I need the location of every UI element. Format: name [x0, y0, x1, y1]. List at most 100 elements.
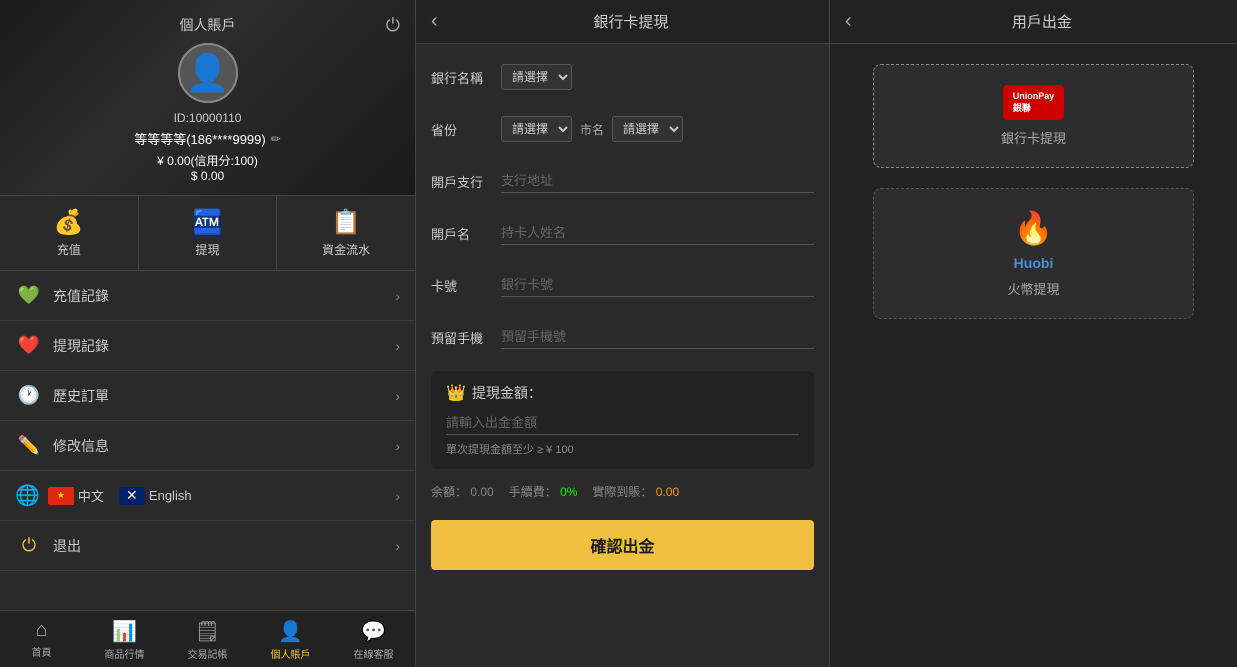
flow-button[interactable]: 📋 資金流水 [277, 196, 415, 270]
arrow-icon: › [395, 338, 400, 354]
withdraw-icon: 🏧 [144, 208, 272, 237]
phone-label: 預留手機 [431, 328, 501, 347]
branch-input[interactable] [501, 169, 814, 193]
nav-market[interactable]: 📊 商品行情 [83, 617, 166, 663]
fee-value: 0% [560, 485, 577, 499]
crown-icon: 👑 [446, 383, 466, 403]
bank-card-option[interactable]: UnionPay銀聯 銀行卡提現 [873, 64, 1193, 168]
nav-service[interactable]: 💬 在線客服 [332, 617, 415, 663]
amount-section: 👑 提現金額： 單次提現金額至少 ≥ ¥ 100 [431, 371, 814, 469]
globe-icon: 🌐 [15, 483, 40, 508]
amount-input[interactable] [446, 411, 799, 435]
zh-label: 中文 [78, 486, 104, 505]
market-label: 商品行情 [83, 646, 166, 661]
deposit-button[interactable]: 💰 充值 [0, 196, 139, 270]
province-select[interactable]: 請選擇 [501, 116, 572, 142]
province-city-group: 請選擇 市名 請選擇 [501, 116, 814, 142]
phone-input[interactable] [501, 325, 814, 349]
card-number-label: 卡號 [431, 276, 501, 295]
balance-label: 余額： 0.00 [431, 483, 494, 500]
menu-item-order-history[interactable]: 🕐 歷史訂單 › [0, 371, 415, 421]
arrow-icon: › [395, 288, 400, 304]
balance-usd: $ 0.00 [10, 169, 405, 183]
card-number-row: 卡號 [431, 267, 814, 303]
profile-title: 個人賬戶 [10, 15, 405, 35]
huobi-brand-label: Huobi [1014, 255, 1054, 271]
power-icon[interactable]: ⏻ [386, 15, 400, 36]
card-number-input[interactable] [501, 273, 814, 297]
right-panel: ‹ 用戶出金 UnionPay銀聯 銀行卡提現 🔥 Huobi 火幣提現 [830, 0, 1237, 667]
left-panel: 個人賬戶 👤 ⏻ ID:10000110 等等等等(186****9999) ✏… [0, 0, 415, 667]
flag-uk-icon [119, 487, 145, 505]
unionpay-text: UnionPay銀聯 [1013, 91, 1055, 114]
edit-info-label: 修改信息 [53, 436, 395, 456]
middle-title: 銀行卡提現 [448, 11, 814, 32]
flag-cn-icon: ★ [48, 487, 74, 505]
min-amount-note: 單次提現金額至少 ≥ ¥ 100 [446, 441, 799, 457]
bank-name-select[interactable]: 請選擇 [501, 64, 572, 90]
language-section[interactable]: 🌐 ★ 中文 English › [0, 471, 415, 521]
home-label: 首頁 [0, 644, 83, 659]
bank-name-label: 銀行名稱 [431, 68, 501, 87]
nav-account[interactable]: 👤 個人賬戶 [249, 617, 332, 663]
phone-row: 預留手機 [431, 319, 814, 355]
account-name-row: 開戶名 [431, 215, 814, 251]
bank-card-label: 銀行卡提現 [1001, 128, 1066, 147]
nav-home[interactable]: ⌂ 首頁 [0, 617, 83, 663]
right-title: 用戶出金 [862, 11, 1222, 32]
withdraw-record-icon: ❤️ [15, 335, 43, 356]
fee-row: 余額： 0.00 手續費： 0% 實際到賬： 0.00 [431, 483, 814, 500]
account-name-input[interactable] [501, 221, 814, 245]
avatar-icon: 👤 [185, 52, 230, 94]
menu-item-logout[interactable]: ⏻ 退出 › [0, 521, 415, 571]
fee-label: 手續費： 0% [509, 483, 578, 500]
flow-icon: 📋 [282, 208, 410, 237]
unionpay-logo: UnionPay銀聯 [1003, 85, 1065, 120]
logout-label: 退出 [53, 536, 395, 556]
avatar: 👤 [178, 43, 238, 103]
market-icon: 📊 [83, 619, 166, 644]
edit-icon[interactable]: ✏ [271, 132, 281, 146]
middle-panel: ‹ 銀行卡提現 銀行名稱 請選擇 省份 請選擇 市名 請選擇 開戶支行 [415, 0, 830, 667]
branch-row: 開戶支行 [431, 163, 814, 199]
arrow-icon: › [395, 488, 400, 504]
lang-en[interactable]: English [119, 487, 192, 505]
nav-trades[interactable]: 🗒 交易記帳 [166, 617, 249, 663]
huobi-option[interactable]: 🔥 Huobi 火幣提現 [873, 188, 1193, 319]
service-label: 在線客服 [332, 646, 415, 661]
huobi-flame-icon: 🔥 [1014, 209, 1054, 247]
balance-cny: ¥ 0.00(信用分:100) [10, 152, 405, 169]
middle-back-button[interactable]: ‹ [431, 10, 438, 33]
province-city-row: 省份 請選擇 市名 請選擇 [431, 111, 814, 147]
arrow-icon: › [395, 538, 400, 554]
menu-item-deposit-record[interactable]: 💚 充值記錄 › [0, 271, 415, 321]
right-back-button[interactable]: ‹ [845, 10, 852, 33]
en-label: English [149, 488, 192, 503]
deposit-record-label: 充值記錄 [53, 286, 395, 306]
trades-icon: 🗒 [166, 619, 249, 644]
arrow-icon: › [395, 388, 400, 404]
menu-list: 💚 充值記錄 › ❤️ 提現記錄 › 🕐 歷史訂單 › ✏️ 修改信息 › 🌐 … [0, 271, 415, 610]
service-icon: 💬 [332, 619, 415, 644]
arrow-icon: › [395, 438, 400, 454]
lang-zh[interactable]: ★ 中文 [48, 486, 104, 505]
city-select[interactable]: 請選擇 [612, 116, 683, 142]
bank-withdraw-form: 銀行名稱 請選擇 省份 請選擇 市名 請選擇 開戶支行 開戶名 [416, 44, 829, 667]
bank-name-row: 銀行名稱 請選擇 [431, 59, 814, 95]
user-id: ID:10000110 [10, 111, 405, 125]
account-label: 個人賬戶 [249, 646, 332, 661]
menu-item-withdraw-record[interactable]: ❤️ 提現記錄 › [0, 321, 415, 371]
actual-label: 實際到賬： 0.00 [592, 483, 679, 500]
withdraw-button[interactable]: 🏧 提現 [139, 196, 278, 270]
account-name-label: 開戶名 [431, 224, 501, 243]
actual-value: 0.00 [656, 485, 679, 499]
deposit-label: 充值 [5, 241, 133, 258]
deposit-record-icon: 💚 [15, 285, 43, 306]
withdraw-record-label: 提現記錄 [53, 336, 395, 356]
right-body: UnionPay銀聯 銀行卡提現 🔥 Huobi 火幣提現 [830, 44, 1237, 667]
menu-item-edit-info[interactable]: ✏️ 修改信息 › [0, 421, 415, 471]
profile-header: 個人賬戶 👤 ⏻ ID:10000110 等等等等(186****9999) ✏… [0, 0, 415, 196]
order-history-icon: 🕐 [15, 385, 43, 406]
confirm-button[interactable]: 確認出金 [431, 520, 814, 570]
bottom-nav: ⌂ 首頁 📊 商品行情 🗒 交易記帳 👤 個人賬戶 💬 在線客服 [0, 610, 415, 667]
